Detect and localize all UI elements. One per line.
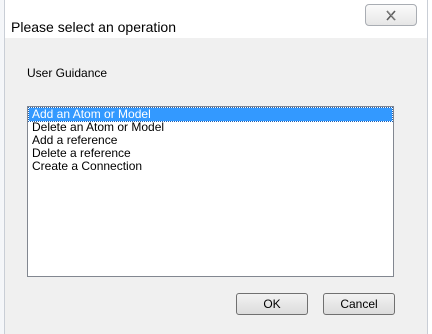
ok-button[interactable]: OK [236, 293, 308, 315]
list-item-operation[interactable]: Create a Connection [29, 160, 392, 173]
dialog-body: User Guidance Add an Atom or Model Delete… [5, 38, 427, 334]
cancel-button[interactable]: Cancel [323, 293, 395, 315]
close-icon [366, 5, 416, 25]
dialog-title: Please select an operation [11, 19, 176, 35]
title-bar: Please select an operation [5, 0, 427, 38]
user-guidance-label: User Guidance [27, 66, 108, 80]
operation-dialog: Please select an operation User Guidance… [4, 0, 428, 334]
operations-listbox[interactable]: Add an Atom or Model Delete an Atom or Mo… [27, 106, 394, 277]
close-button[interactable] [365, 4, 417, 26]
